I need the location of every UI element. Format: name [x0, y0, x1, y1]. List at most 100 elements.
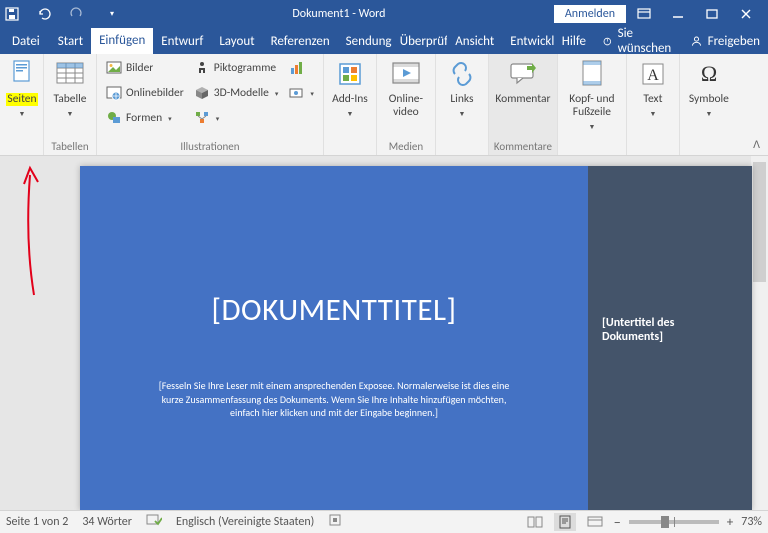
icons-button[interactable]: Piktogramme — [191, 57, 282, 79]
qat-customize-icon[interactable]: ▾ — [100, 9, 124, 19]
table-button[interactable]: Tabelle ▼ — [48, 56, 92, 118]
text-icon: A — [637, 58, 669, 90]
shapes-icon — [106, 110, 122, 126]
zoom-slider[interactable] — [629, 520, 719, 524]
ribbon-tabs: Datei Start Einfügen Entwurf Layout Refe… — [0, 28, 768, 54]
group-illustrations-label: Illustrationen — [101, 139, 319, 155]
document-page[interactable]: [DOKUMENTTITEL] [Fesseln Sie Ihre Leser … — [80, 166, 752, 510]
header-footer-icon — [576, 58, 608, 90]
shapes-button[interactable]: Formen ▾ — [103, 107, 187, 129]
tab-file[interactable]: Datei — [2, 28, 50, 54]
save-icon[interactable] — [4, 6, 28, 22]
cover-main: [DOKUMENTTITEL] [Fesseln Sie Ihre Leser … — [80, 166, 588, 510]
signin-button[interactable]: Anmelden — [554, 5, 626, 23]
header-footer-button[interactable]: Kopf- und Fußzeile ▼ — [562, 56, 622, 131]
cover-sidebar: [Untertitel des Dokuments] — [588, 166, 752, 510]
vertical-scrollbar[interactable] — [751, 156, 768, 510]
spellcheck-icon[interactable] — [146, 513, 162, 531]
3d-models-button[interactable]: 3D-Modelle ▾ — [191, 82, 282, 104]
group-comments-label: Kommentare — [493, 139, 553, 155]
symbol-icon: Ω — [693, 58, 725, 90]
tab-mailings[interactable]: Sendungen — [338, 28, 392, 54]
3d-models-icon — [194, 85, 210, 101]
zoom-slider-thumb[interactable] — [661, 516, 669, 528]
undo-icon[interactable] — [36, 6, 60, 22]
tab-design[interactable]: Entwurf — [153, 28, 211, 54]
pictograms-icon — [194, 60, 210, 76]
table-label: Tabelle — [54, 93, 87, 106]
view-print-icon[interactable] — [554, 513, 576, 531]
pages-button[interactable]: Seiten ▼ — [4, 56, 40, 118]
chart-button[interactable] — [285, 57, 317, 79]
tab-review[interactable]: Überprüfen — [392, 28, 448, 54]
chevron-down-icon: ▼ — [346, 110, 353, 118]
smartart-button[interactable]: ▾ — [191, 107, 282, 129]
chevron-down-icon: ▼ — [705, 110, 712, 118]
comment-icon — [507, 58, 539, 90]
svg-text:A: A — [647, 67, 659, 84]
tell-me-label: Sie wünschen — [618, 26, 674, 56]
group-tables-label: Tabellen — [48, 139, 92, 155]
comment-button[interactable]: Kommentar — [493, 56, 553, 106]
tab-view[interactable]: Ansicht — [447, 28, 502, 54]
scrollbar-thumb[interactable] — [753, 162, 766, 282]
redo-icon[interactable] — [68, 6, 92, 22]
ribbon-display-icon[interactable] — [636, 6, 660, 22]
view-read-icon[interactable] — [524, 513, 546, 531]
zoom-level[interactable]: 73% — [741, 515, 762, 529]
collapse-ribbon-icon[interactable]: ᐱ — [749, 136, 764, 153]
chevron-down-icon: ▼ — [649, 110, 656, 118]
online-pictures-icon — [106, 85, 122, 101]
tab-help[interactable]: Hilfe — [554, 28, 594, 54]
minimize-icon[interactable] — [670, 6, 694, 22]
page-icon — [6, 58, 38, 90]
view-web-icon[interactable] — [584, 513, 606, 531]
online-pictures-button[interactable]: Onlinebilder — [103, 82, 187, 104]
document-area: [DOKUMENTTITEL] [Fesseln Sie Ihre Leser … — [0, 156, 768, 510]
maximize-icon[interactable] — [704, 6, 728, 22]
addins-icon — [334, 58, 366, 90]
group-media-label: Medien — [381, 139, 431, 155]
tab-developer[interactable]: Entwickler — [502, 28, 554, 54]
smartart-icon — [194, 110, 210, 126]
link-icon — [446, 58, 478, 90]
video-icon — [390, 58, 422, 90]
statusbar: Seite 1 von 2 34 Wörter Englisch (Verein… — [0, 510, 768, 533]
pictures-button[interactable]: Bilder — [103, 57, 187, 79]
links-button[interactable]: Links ▼ — [440, 56, 484, 118]
addins-button[interactable]: Add-Ins ▼ — [328, 56, 372, 118]
zoom-in-icon[interactable]: + — [727, 515, 733, 530]
document-subtitle-field[interactable]: [Untertitel des Dokuments] — [602, 316, 738, 344]
svg-text:Ω: Ω — [701, 61, 717, 86]
titlebar: ▾ Dokument1 - Word Anmelden — [0, 0, 768, 28]
tab-insert[interactable]: Einfügen — [91, 28, 153, 54]
tab-layout[interactable]: Layout — [211, 28, 262, 54]
tab-references[interactable]: Referenzen — [263, 28, 338, 54]
macro-icon[interactable] — [328, 513, 342, 531]
table-icon — [54, 58, 86, 90]
chevron-down-icon: ▼ — [67, 110, 74, 118]
pictures-icon — [106, 60, 122, 76]
status-words[interactable]: 34 Wörter — [82, 515, 132, 529]
status-language[interactable]: Englisch (Vereinigte Staaten) — [176, 515, 314, 529]
share-label: Freigeben — [708, 34, 760, 49]
chevron-down-icon: ▼ — [588, 123, 595, 131]
ribbon: Seiten ▼ Tabelle ▼ Tabellen Bilder — [0, 54, 768, 156]
tell-me[interactable]: Sie wünschen — [594, 28, 682, 54]
document-abstract-field[interactable]: [Fesseln Sie Ihre Leser mit einem anspre… — [149, 379, 519, 420]
screenshot-button[interactable]: ▾ — [285, 82, 317, 104]
chevron-down-icon: ▼ — [458, 110, 465, 118]
window-title: Dokument1 - Word — [124, 7, 554, 21]
share-button[interactable]: Freigeben — [682, 28, 768, 54]
screenshot-icon — [288, 85, 304, 101]
close-icon[interactable] — [738, 6, 762, 22]
pages-label: Seiten — [6, 93, 37, 106]
text-button[interactable]: A Text ▼ — [631, 56, 675, 118]
online-video-button[interactable]: Online-video — [381, 56, 431, 119]
tab-home[interactable]: Start — [50, 28, 91, 54]
document-title-field[interactable]: [DOKUMENTTITEL] — [211, 291, 456, 329]
status-page[interactable]: Seite 1 von 2 — [6, 515, 68, 529]
chevron-down-icon: ▼ — [19, 110, 26, 118]
zoom-out-icon[interactable]: − — [614, 514, 621, 531]
symbols-button[interactable]: Ω Symbole ▼ — [684, 56, 734, 118]
